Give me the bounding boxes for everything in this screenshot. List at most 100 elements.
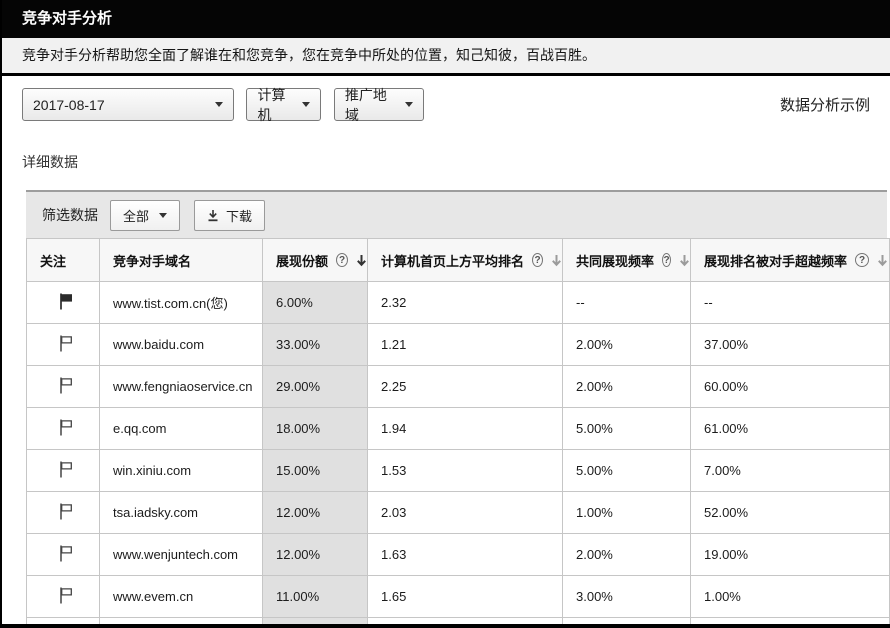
avg-rank-cell: 2.03 — [368, 492, 563, 534]
follow-cell — [27, 282, 100, 324]
device-dropdown[interactable]: 计算机 — [246, 88, 321, 121]
help-icon[interactable]: ? — [336, 253, 348, 267]
share-cell: 6.00% — [263, 282, 368, 324]
col-header-avg-rank: 计算机首页上方平均排名 ? — [368, 239, 563, 282]
surpass-freq-cell: 60.00% — [691, 366, 890, 408]
share-cell: 15.00% — [263, 450, 368, 492]
chevron-down-icon — [405, 102, 413, 107]
flag-outline-icon[interactable] — [57, 593, 75, 608]
col-header-impression-share: 展现份额 ? — [263, 239, 368, 282]
data-analysis-example-link[interactable]: 数据分析示例 — [780, 94, 870, 115]
co-freq-cell: 2.00% — [563, 324, 691, 366]
domain-cell: win.xiniu.com — [100, 450, 263, 492]
avg-rank-cell: 1.53 — [368, 450, 563, 492]
follow-cell — [27, 324, 100, 366]
share-cell — [263, 618, 368, 628]
share-cell: 33.00% — [263, 324, 368, 366]
flag-outline-icon[interactable] — [57, 467, 75, 482]
co-freq-cell — [563, 618, 691, 628]
domain-cell: e.qq.com — [100, 408, 263, 450]
surpass-freq-cell: -- — [691, 282, 890, 324]
domain-cell: tsa.iadsky.com — [100, 492, 263, 534]
filter-scope-dropdown[interactable]: 全部 — [110, 200, 180, 231]
share-cell: 12.00% — [263, 534, 368, 576]
date-dropdown-value: 2017-08-17 — [33, 97, 105, 113]
table-row: www.evem.cn 11.00% 1.65 3.00% 1.00% — [27, 576, 890, 618]
col-header-label: 关注 — [40, 254, 66, 269]
co-freq-cell: 2.00% — [563, 366, 691, 408]
avg-rank-cell: 2.32 — [368, 282, 563, 324]
surpass-freq-cell: 61.00% — [691, 408, 890, 450]
domain-cell: www.evem.cn — [100, 576, 263, 618]
surpass-freq-cell: 19.00% — [691, 534, 890, 576]
avg-rank-cell: 1.94 — [368, 408, 563, 450]
share-cell: 11.00% — [263, 576, 368, 618]
follow-cell — [27, 492, 100, 534]
competitor-table: 关注 竞争对手域名 展现份额 ? 计算机首页上方平均 — [26, 238, 890, 628]
follow-cell — [27, 408, 100, 450]
device-dropdown-value: 计算机 — [257, 85, 294, 125]
help-icon[interactable]: ? — [662, 253, 671, 267]
co-freq-cell: 1.00% — [563, 492, 691, 534]
table-row: e.qq.com 18.00% 1.94 5.00% 61.00% — [27, 408, 890, 450]
flag-outline-icon[interactable] — [57, 341, 75, 356]
chevron-down-icon — [302, 102, 310, 107]
flag-outline-icon[interactable] — [57, 383, 75, 398]
download-label: 下载 — [226, 206, 252, 225]
competitor-analysis-page: 竞争对手分析 竞争对手分析帮助您全面了解谁在和您竞争，您在竞争中所处的位置，知己… — [0, 0, 890, 628]
description-bar: 竞争对手分析帮助您全面了解谁在和您竞争，您在竞争中所处的位置，知己知彼，百战百胜… — [2, 38, 890, 76]
col-header-label: 计算机首页上方平均排名 — [381, 251, 524, 270]
filter-scope-value: 全部 — [123, 206, 149, 225]
sort-desc-icon-active[interactable] — [356, 254, 367, 267]
flag-filled-icon[interactable] — [57, 299, 75, 314]
follow-cell — [27, 450, 100, 492]
follow-cell — [27, 618, 100, 628]
share-cell: 12.00% — [263, 492, 368, 534]
co-freq-cell: 5.00% — [563, 408, 691, 450]
surpass-freq-cell: 1.00% — [691, 576, 890, 618]
sort-desc-icon[interactable] — [877, 254, 888, 267]
co-freq-cell: 2.00% — [563, 534, 691, 576]
col-header-label: 展现排名被对手超越频率 — [704, 251, 847, 270]
col-header-co-impression: 共同展现频率 ? — [563, 239, 691, 282]
col-header-domain: 竞争对手域名 — [100, 239, 263, 282]
chevron-down-icon — [215, 102, 223, 107]
surpass-freq-cell: 7.00% — [691, 450, 890, 492]
domain-cell: www.tist.com.cn(您) — [100, 282, 263, 324]
description-text: 竞争对手分析帮助您全面了解谁在和您竞争，您在竞争中所处的位置，知己知彼，百战百胜… — [22, 47, 596, 63]
help-icon[interactable]: ? — [532, 253, 543, 267]
table-row: win.xiniu.com 15.00% 1.53 5.00% 7.00% — [27, 450, 890, 492]
table-row: www.fengniaoservice.cn 29.00% 2.25 2.00%… — [27, 366, 890, 408]
domain-cell: www.wenjuntech.com — [100, 534, 263, 576]
sort-desc-icon[interactable] — [551, 254, 562, 267]
avg-rank-cell: 2.25 — [368, 366, 563, 408]
table-header-row: 关注 竞争对手域名 展现份额 ? 计算机首页上方平均 — [27, 239, 890, 282]
help-icon[interactable]: ? — [855, 253, 869, 267]
date-dropdown[interactable]: 2017-08-17 — [22, 88, 234, 121]
section-title: 详细数据 — [22, 152, 890, 172]
col-header-surpassed: 展现排名被对手超越频率 ? — [691, 239, 890, 282]
filters-row: 2017-08-17 计算机 推广地域 数据分析示例 — [22, 88, 870, 122]
table-toolbar: 筛选数据 全部 下载 — [26, 190, 887, 238]
share-cell: 29.00% — [263, 366, 368, 408]
download-button[interactable]: 下载 — [194, 200, 265, 231]
sort-desc-icon[interactable] — [679, 254, 690, 267]
region-dropdown-value: 推广地域 — [345, 85, 397, 125]
follow-cell — [27, 576, 100, 618]
table-row: www.tist.com.cn(您) 6.00% 2.32 -- -- — [27, 282, 890, 324]
flag-outline-icon[interactable] — [57, 509, 75, 524]
domain-cell: www.baidu.com — [100, 324, 263, 366]
avg-rank-cell: 1.65 — [368, 576, 563, 618]
domain-cell: www.fengniaoservice.cn — [100, 366, 263, 408]
col-header-label: 共同展现频率 — [576, 251, 654, 270]
follow-cell — [27, 366, 100, 408]
flag-outline-icon[interactable] — [57, 425, 75, 440]
region-dropdown[interactable]: 推广地域 — [334, 88, 424, 121]
col-header-label: 竞争对手域名 — [113, 254, 191, 269]
co-freq-cell: 3.00% — [563, 576, 691, 618]
flag-outline-icon[interactable] — [57, 551, 75, 566]
download-icon — [207, 209, 219, 222]
co-freq-cell: -- — [563, 282, 691, 324]
avg-rank-cell: 1.21 — [368, 324, 563, 366]
table-row: www.wenjuntech.com 12.00% 1.63 2.00% 19.… — [27, 534, 890, 576]
